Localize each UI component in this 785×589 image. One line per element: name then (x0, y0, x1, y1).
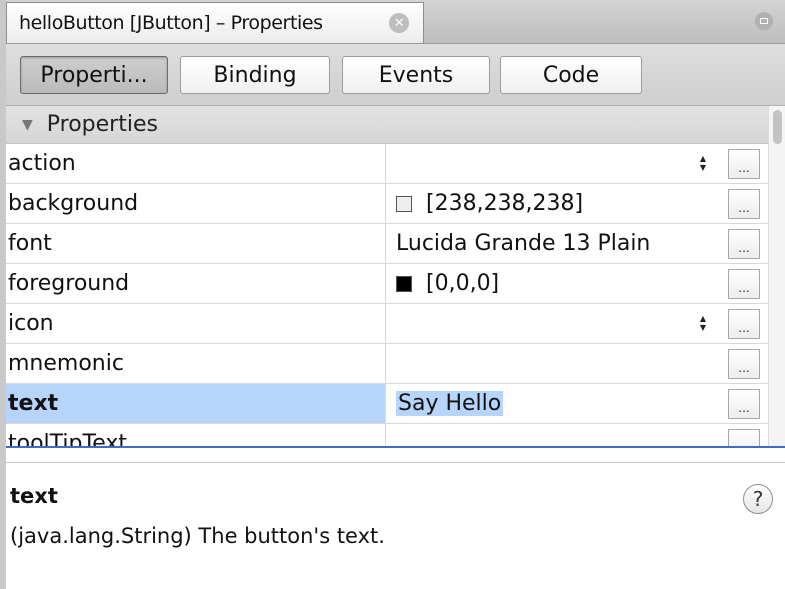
property-value[interactable]: [238,238,238] (386, 184, 726, 223)
title-tab-bar: helloButton [JButton] – Properties ✕ (6, 0, 785, 44)
property-value-text: Lucida Grande 13 Plain (396, 231, 651, 256)
color-swatch (396, 195, 412, 212)
customize-button[interactable]: ... (728, 389, 760, 419)
property-value[interactable] (386, 344, 726, 383)
vertical-scrollbar[interactable] (768, 106, 785, 446)
section-button-bar: Properti... Binding Events Code (6, 44, 785, 106)
customize-button[interactable]: ... (728, 189, 760, 219)
property-name: icon (6, 304, 386, 343)
property-value[interactable] (386, 424, 726, 446)
customize-button[interactable]: ... (728, 269, 760, 299)
property-value[interactable]: [0,0,0] (386, 264, 726, 303)
property-name: toolTipText (6, 424, 386, 446)
binding-section-button[interactable]: Binding (180, 56, 330, 94)
property-name: background (6, 184, 386, 223)
property-row-action[interactable]: action ▲ ▼ ... (6, 144, 768, 184)
properties-section-button[interactable]: Properti... (20, 56, 168, 94)
customize-button[interactable]: ... (728, 349, 760, 379)
property-name: action (6, 144, 386, 183)
property-value-editor[interactable]: Say Hello (386, 384, 726, 423)
property-name: font (6, 224, 386, 263)
property-value-text: [0,0,0] (426, 271, 500, 296)
property-row-font[interactable]: font Lucida Grande 13 Plain ... (6, 224, 768, 264)
property-value[interactable] (386, 144, 726, 183)
property-name: foreground (6, 264, 386, 303)
property-row-foreground[interactable]: foreground [0,0,0] ... (6, 264, 768, 304)
description-title: text (10, 484, 58, 508)
property-name: mnemonic (6, 344, 386, 383)
property-value[interactable]: Lucida Grande 13 Plain (386, 224, 726, 263)
description-separator (6, 462, 785, 463)
property-row-tooltiptext[interactable]: toolTipText ... (6, 424, 768, 446)
customize-button[interactable]: ... (728, 309, 760, 339)
category-label: Properties (46, 112, 158, 137)
window-menu-icon[interactable] (755, 12, 773, 30)
color-swatch (396, 275, 412, 292)
properties-tab[interactable]: helloButton [JButton] – Properties ✕ (6, 2, 424, 43)
property-row-background[interactable]: background [238,238,238] ... (6, 184, 768, 224)
close-icon[interactable]: ✕ (389, 13, 409, 33)
properties-category-header[interactable]: ▼ Properties (6, 106, 768, 144)
property-row-text[interactable]: text Say Hello ... (6, 384, 768, 424)
property-table: action ▲ ▼ ... background [238,238,238] .… (6, 144, 768, 446)
property-value-text: [238,238,238] (426, 191, 584, 216)
help-icon[interactable]: ? (743, 484, 773, 514)
collapse-triangle-icon[interactable]: ▼ (22, 117, 33, 133)
description-panel: text (java.lang.String) The button's tex… (6, 448, 785, 589)
customize-button[interactable]: ... (728, 229, 760, 259)
property-name: text (6, 384, 386, 423)
customize-button[interactable]: ... (728, 429, 760, 446)
property-value[interactable] (386, 304, 726, 343)
combo-spinner-icon[interactable]: ▲ ▼ (697, 152, 709, 174)
property-value-text[interactable]: Say Hello (396, 391, 504, 416)
property-row-icon[interactable]: icon ▲ ▼ ... (6, 304, 768, 344)
description-text: (java.lang.String) The button's text. (10, 524, 385, 548)
events-section-button[interactable]: Events (342, 56, 490, 94)
tab-title: helloButton [JButton] – Properties (19, 12, 323, 34)
scrollbar-thumb[interactable] (773, 110, 782, 144)
code-section-button[interactable]: Code (500, 56, 642, 94)
property-row-mnemonic[interactable]: mnemonic ... (6, 344, 768, 384)
customize-button[interactable]: ... (728, 149, 760, 179)
combo-spinner-icon[interactable]: ▲ ▼ (697, 312, 709, 334)
